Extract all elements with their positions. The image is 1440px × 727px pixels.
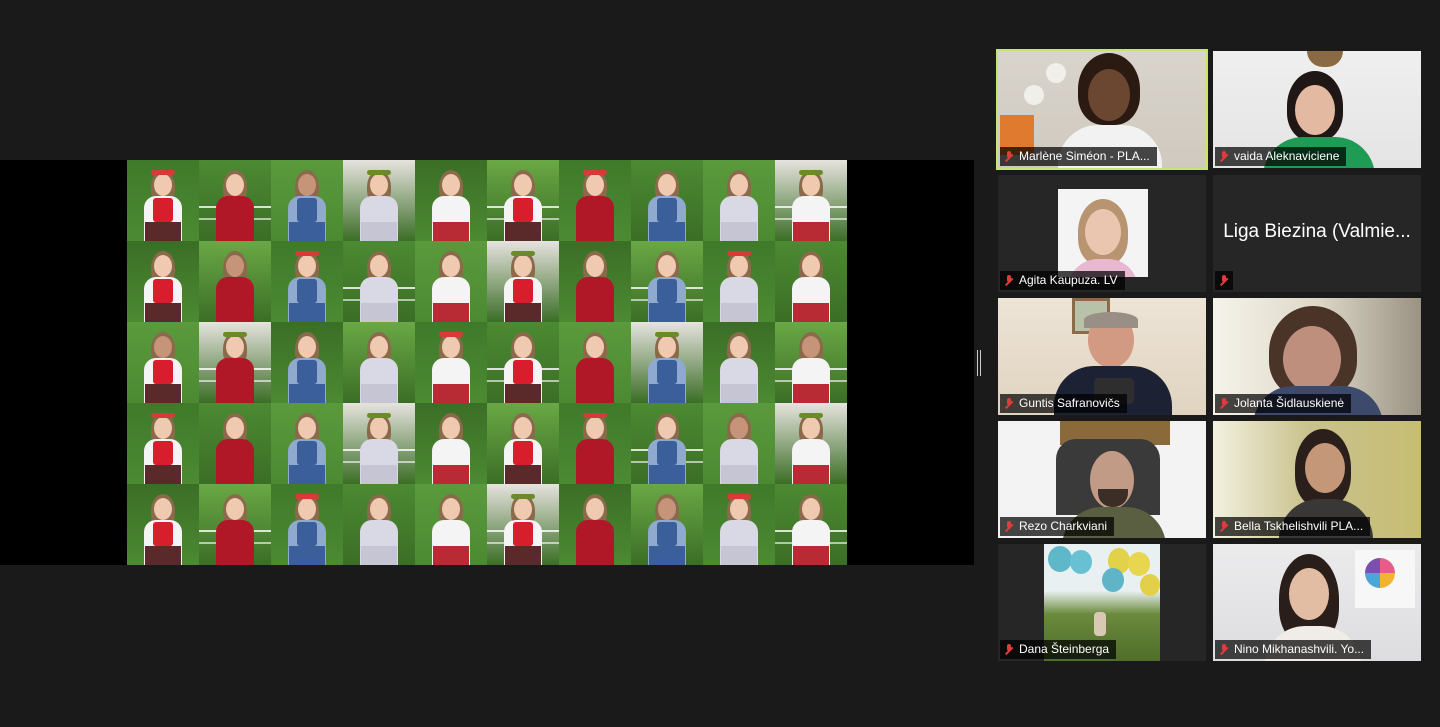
choir-video-cell <box>775 403 847 484</box>
choir-video-cell <box>703 160 775 241</box>
choir-video-cell <box>343 322 415 403</box>
participant-name-tag: Bella Tskhelishvili PLA... <box>1215 517 1371 536</box>
choir-video-cell <box>199 322 271 403</box>
choir-video-cell <box>271 160 343 241</box>
mic-muted-icon <box>1003 150 1015 163</box>
participant-name-tag: Guntis Safranovičs <box>1000 394 1127 413</box>
choir-video-cell <box>559 160 631 241</box>
mic-muted-icon <box>1003 274 1015 287</box>
choir-video-cell <box>559 403 631 484</box>
participant-name-tag: Marlène Siméon - PLA... <box>1000 147 1157 166</box>
participant-tile-nino[interactable]: Nino Mikhanashvili. Yo... <box>1213 544 1421 661</box>
profile-picture <box>1058 189 1148 277</box>
choir-video-cell <box>271 322 343 403</box>
choir-video-cell <box>559 322 631 403</box>
choir-video-cell <box>271 241 343 322</box>
choir-video-cell <box>775 322 847 403</box>
participant-name: Rezo Charkviani <box>1019 519 1108 533</box>
participant-name: Marlène Siméon - PLA... <box>1019 149 1150 163</box>
mic-muted-icon <box>1218 643 1230 656</box>
choir-video-cell <box>127 160 199 241</box>
choir-video-cell <box>199 403 271 484</box>
choir-video-cell <box>559 241 631 322</box>
choir-video-cell <box>199 484 271 565</box>
participant-tile-vaida[interactable]: vaida Aleknaviciene <box>1213 51 1421 168</box>
choir-video-cell <box>775 484 847 565</box>
choir-video-cell <box>415 403 487 484</box>
choir-video-cell <box>343 160 415 241</box>
participant-tile-rezo[interactable]: Rezo Charkviani <box>998 421 1206 538</box>
participant-tile-agita[interactable]: Agita Kaupuza. LV <box>998 175 1206 292</box>
choir-video-cell <box>343 484 415 565</box>
choir-video-cell <box>343 241 415 322</box>
participant-tile-jolanta[interactable]: Jolanta Šidlauskienė <box>1213 298 1421 415</box>
choir-video-cell <box>487 160 559 241</box>
choir-video-cell <box>775 241 847 322</box>
participant-name: Nino Mikhanashvili. Yo... <box>1234 642 1365 656</box>
choir-video-cell <box>127 484 199 565</box>
participant-name-tag: Agita Kaupuza. LV <box>1000 271 1125 290</box>
participant-name: Guntis Safranovičs <box>1019 396 1120 410</box>
choir-video-cell <box>271 403 343 484</box>
mic-muted-icon <box>1218 274 1230 287</box>
choir-video-cell <box>415 241 487 322</box>
mic-muted-icon <box>1003 643 1015 656</box>
mic-muted-icon <box>1218 397 1230 410</box>
choir-video-cell <box>199 160 271 241</box>
choir-video-cell <box>415 484 487 565</box>
mic-muted-icon <box>1218 520 1230 533</box>
choir-video-cell <box>775 160 847 241</box>
mic-muted-icon <box>1218 150 1230 163</box>
choir-video-cell <box>631 160 703 241</box>
choir-video-cell <box>487 403 559 484</box>
participant-name: vaida Aleknaviciene <box>1234 149 1340 163</box>
participant-tile-dana[interactable]: Dana Šteinberga <box>998 544 1206 661</box>
choir-video-cell <box>631 322 703 403</box>
shared-screen <box>0 160 974 565</box>
choir-video-cell <box>199 241 271 322</box>
participant-name-tag: vaida Aleknaviciene <box>1215 147 1347 166</box>
choir-video-cell <box>703 322 775 403</box>
choir-video-cell <box>415 322 487 403</box>
mic-muted-icon <box>1003 397 1015 410</box>
participant-name-tag: Dana Šteinberga <box>1000 640 1117 659</box>
choir-video-cell <box>703 241 775 322</box>
participant-name: Jolanta Šidlauskienė <box>1234 396 1345 410</box>
participant-name: Agita Kaupuza. LV <box>1019 273 1118 287</box>
choir-video-cell <box>487 484 559 565</box>
participant-name-tag: Rezo Charkviani <box>1000 517 1115 536</box>
participant-name-tag: Jolanta Šidlauskienė <box>1215 394 1352 413</box>
participant-tile-guntis[interactable]: Guntis Safranovičs <box>998 298 1206 415</box>
participant-name: Dana Šteinberga <box>1019 642 1110 656</box>
participant-name-tag <box>1215 271 1233 290</box>
choir-video-cell <box>631 241 703 322</box>
participant-tile-bella[interactable]: Bella Tskhelishvili PLA... <box>1213 421 1421 538</box>
choir-video-cell <box>127 241 199 322</box>
choir-video-cell <box>631 484 703 565</box>
participant-tile-marlene[interactable]: Marlène Siméon - PLA... <box>996 49 1208 170</box>
participant-name-tag: Nino Mikhanashvili. Yo... <box>1215 640 1372 659</box>
choir-video-cell <box>703 403 775 484</box>
choir-video-cell <box>703 484 775 565</box>
choir-video-cell <box>127 322 199 403</box>
choir-video-cell <box>559 484 631 565</box>
choir-video-cell <box>487 241 559 322</box>
choir-video-cell <box>271 484 343 565</box>
choir-video-cell <box>631 403 703 484</box>
choir-video-cell <box>487 322 559 403</box>
split-resize-handle[interactable] <box>977 350 981 376</box>
choir-video-cell <box>343 403 415 484</box>
choir-video-cell <box>127 403 199 484</box>
mic-muted-icon <box>1003 520 1015 533</box>
participant-display-name: Liga Biezina (Valmie... <box>1223 221 1411 242</box>
choir-video-cell <box>415 160 487 241</box>
participant-name: Bella Tskhelishvili PLA... <box>1234 519 1364 533</box>
choir-video-mosaic <box>127 160 847 565</box>
participant-tile-liga[interactable]: Liga Biezina (Valmie... <box>1213 175 1421 292</box>
